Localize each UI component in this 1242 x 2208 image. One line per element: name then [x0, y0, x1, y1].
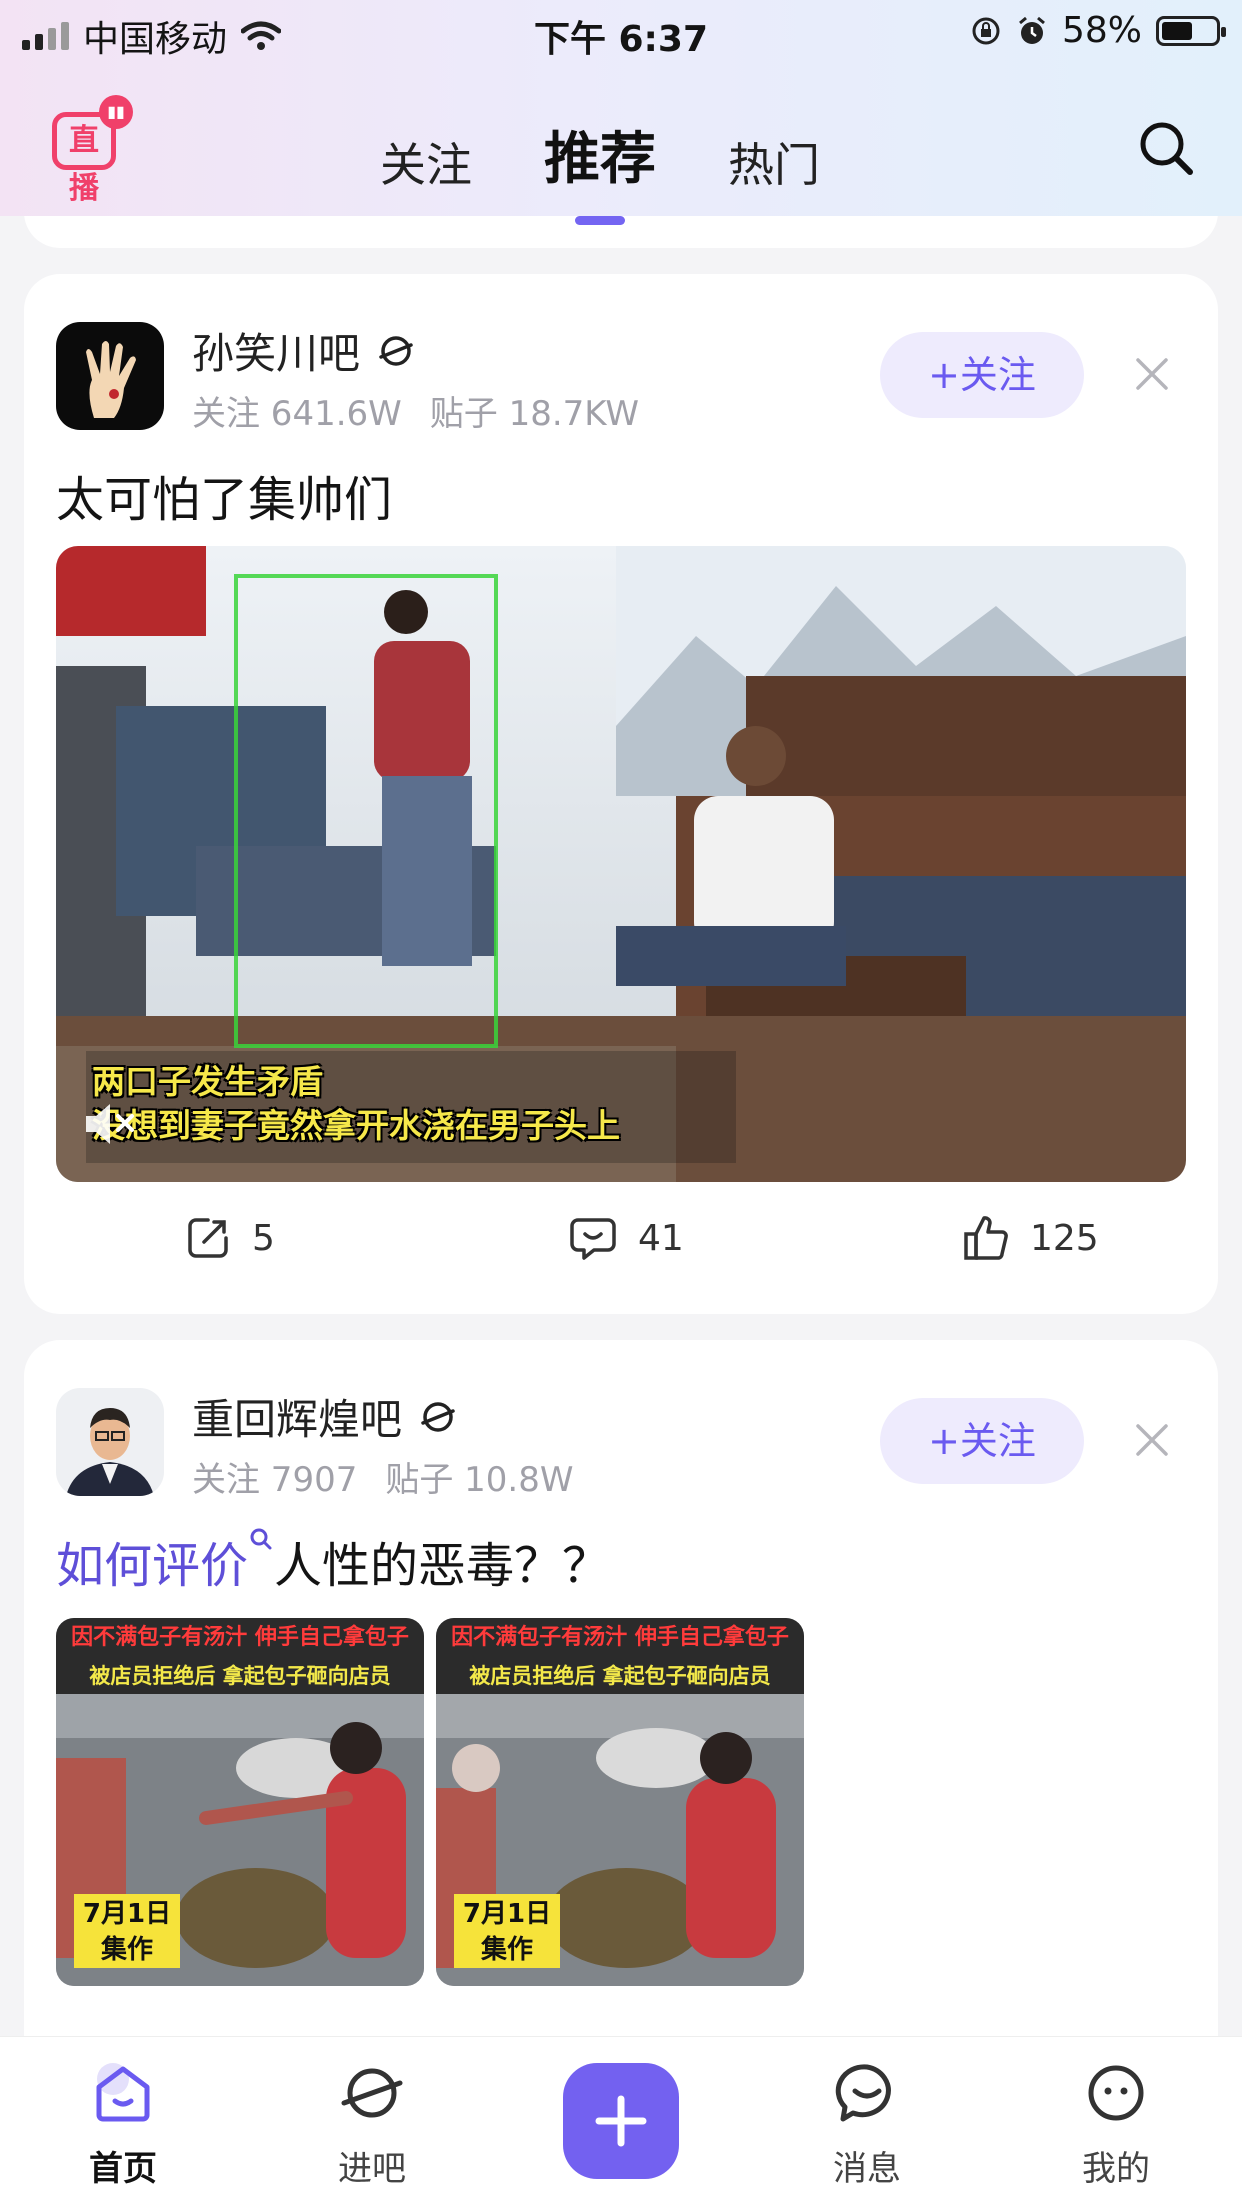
forum-post-count: 贴子 10.8W	[385, 1460, 574, 1500]
forum-post-count: 贴子 18.7KW	[429, 394, 639, 434]
feed-tabs: 关注 推荐 热门	[380, 114, 820, 225]
comment-icon	[570, 1218, 616, 1260]
video-caption-line1: 两口子发生矛盾	[92, 1062, 323, 1101]
follow-button[interactable]: +关注	[880, 332, 1084, 418]
post-image-thumb[interactable]: 因不满包子有汤汁 伸手自己拿包子 被店员拒绝后 拿起包子砸向店员 7月1日 集作	[56, 1618, 424, 1986]
video-caption-line2: 没想到妻子竟然拿开水浇在男子头上	[92, 1106, 620, 1145]
tab-hot[interactable]: 热门	[728, 129, 820, 195]
post-video[interactable]: 两口子发生矛盾 没想到妻子竟然拿开水浇在男子头上	[56, 546, 1186, 1182]
create-post-button[interactable]	[563, 2063, 679, 2179]
alarm-icon	[1019, 16, 1045, 44]
rotation-lock-icon	[972, 17, 1000, 44]
thumb-tag: 集作	[480, 1935, 533, 1965]
video-caption: 两口子发生矛盾 没想到妻子竟然拿开水浇在男子头上	[92, 1060, 620, 1148]
forum-stats: 关注 7907 贴子 10.8W	[192, 1452, 573, 1501]
message-icon	[835, 2064, 891, 2122]
close-icon[interactable]	[1134, 356, 1170, 392]
share-button[interactable]: 5	[184, 1214, 275, 1262]
comment-count: 41	[638, 1217, 684, 1259]
nav-messages[interactable]: 消息	[797, 2057, 937, 2190]
like-count: 125	[1030, 1217, 1099, 1259]
thumb-banner-line1: 因不满包子有汤汁 伸手自己拿包子	[56, 1618, 424, 1658]
comment-button[interactable]: 41	[568, 1214, 684, 1262]
forum-name-text: 重回辉煌吧	[192, 1395, 403, 1444]
nav-profile-label: 我的	[1082, 2149, 1150, 2189]
post-card[interactable]: 孙笑川吧 关注 641.6W 贴子 18.7KW +关注 太可怕了集帅们 两口子…	[24, 274, 1218, 1314]
forum-avatar[interactable]	[56, 322, 164, 430]
status-bar: 中国移动 下午 6:37 58%	[0, 0, 1242, 62]
nav-home-label: 首页	[89, 2149, 157, 2189]
profile-icon	[1088, 2065, 1144, 2121]
post-title-topic-link[interactable]: 如何评价	[56, 1538, 248, 1594]
like-button[interactable]: 125	[962, 1214, 1099, 1262]
post-title[interactable]: 太可怕了集帅们	[56, 460, 392, 530]
forum-name-text: 孙笑川吧	[192, 329, 361, 378]
tab-following[interactable]: 关注	[380, 129, 472, 195]
thumbs-up-icon	[964, 1216, 1008, 1260]
forum-name[interactable]: 重回辉煌吧	[192, 1386, 458, 1447]
follow-button[interactable]: +关注	[880, 1398, 1084, 1484]
mute-icon[interactable]	[82, 1100, 138, 1148]
close-icon[interactable]	[1134, 1422, 1170, 1458]
planet-badge-icon	[379, 335, 413, 366]
post-title[interactable]: 如何评价 人性的恶毒？？	[56, 1526, 610, 1596]
nav-home[interactable]: 首页	[53, 2057, 193, 2190]
forum-followers: 关注 641.6W	[192, 394, 402, 434]
forum-avatar[interactable]	[56, 1388, 164, 1496]
post-title-text: 人性的恶毒？？	[274, 1538, 611, 1594]
thumb-tag: 集作	[100, 1935, 153, 1965]
search-icon[interactable]	[1136, 118, 1196, 178]
thumb-banner-line2: 被店员拒绝后 拿起包子砸向店员	[56, 1658, 424, 1694]
forum-followers: 关注 7907	[192, 1460, 358, 1500]
share-count: 5	[252, 1217, 275, 1259]
post-card[interactable]: 重回辉煌吧 关注 7907 贴子 10.8W +关注 如何评价人性的恶毒？？	[24, 1340, 1218, 2036]
live-button[interactable]: 直播 ▮▮	[52, 95, 133, 206]
battery-icon	[1156, 15, 1226, 46]
forum-stats: 关注 641.6W 贴子 18.7KW	[192, 386, 639, 435]
nav-profile[interactable]: 我的	[1046, 2057, 1186, 2190]
nav-header: 直播 ▮▮ 关注 推荐 热门	[0, 82, 1242, 225]
planet-icon	[341, 2068, 403, 2118]
battery-percent: 58%	[1061, 10, 1142, 51]
thumb-date: 7月1日	[462, 1899, 552, 1929]
thumb-banner-line1: 因不满包子有汤汁 伸手自己拿包子	[436, 1618, 804, 1658]
nav-forums-label: 进吧	[338, 2149, 406, 2189]
tab-recommended[interactable]: 推荐	[544, 114, 656, 225]
live-label: 直播	[69, 123, 99, 206]
bottom-tab-bar: 首页 进吧 消息 我的	[0, 2036, 1242, 2208]
forum-name[interactable]: 孙笑川吧	[192, 320, 416, 381]
live-dot-icon: ▮▮	[99, 95, 133, 129]
planet-badge-icon	[421, 1401, 455, 1432]
home-icon	[96, 2063, 150, 2122]
thumb-date-badge: 7月1日 集作	[454, 1894, 560, 1968]
nav-forums[interactable]: 进吧	[302, 2057, 442, 2190]
share-icon	[188, 1218, 228, 1258]
thumb-date-badge: 7月1日 集作	[74, 1894, 180, 1968]
post-image-grid: 因不满包子有汤汁 伸手自己拿包子 被店员拒绝后 拿起包子砸向店员 7月1日 集作	[56, 1618, 804, 1986]
plus-icon	[595, 2095, 647, 2147]
thumb-banner-line2: 被店员拒绝后 拿起包子砸向店员	[436, 1658, 804, 1694]
top-header-area: 中国移动 下午 6:37 58% 直播 ▮▮ 关注 推荐 热门	[0, 0, 1242, 225]
post-actions: 5 41 125	[24, 1214, 1218, 1274]
feed-list[interactable]: 孙笑川吧 关注 641.6W 贴子 18.7KW +关注 太可怕了集帅们 两口子…	[0, 216, 1242, 2036]
nav-messages-label: 消息	[833, 2149, 901, 2189]
thumb-date: 7月1日	[82, 1899, 172, 1929]
search-topic-icon	[250, 1528, 272, 1550]
post-image-thumb[interactable]: 因不满包子有汤汁 伸手自己拿包子 被店员拒绝后 拿起包子砸向店员 7月1日 集作	[436, 1618, 804, 1986]
